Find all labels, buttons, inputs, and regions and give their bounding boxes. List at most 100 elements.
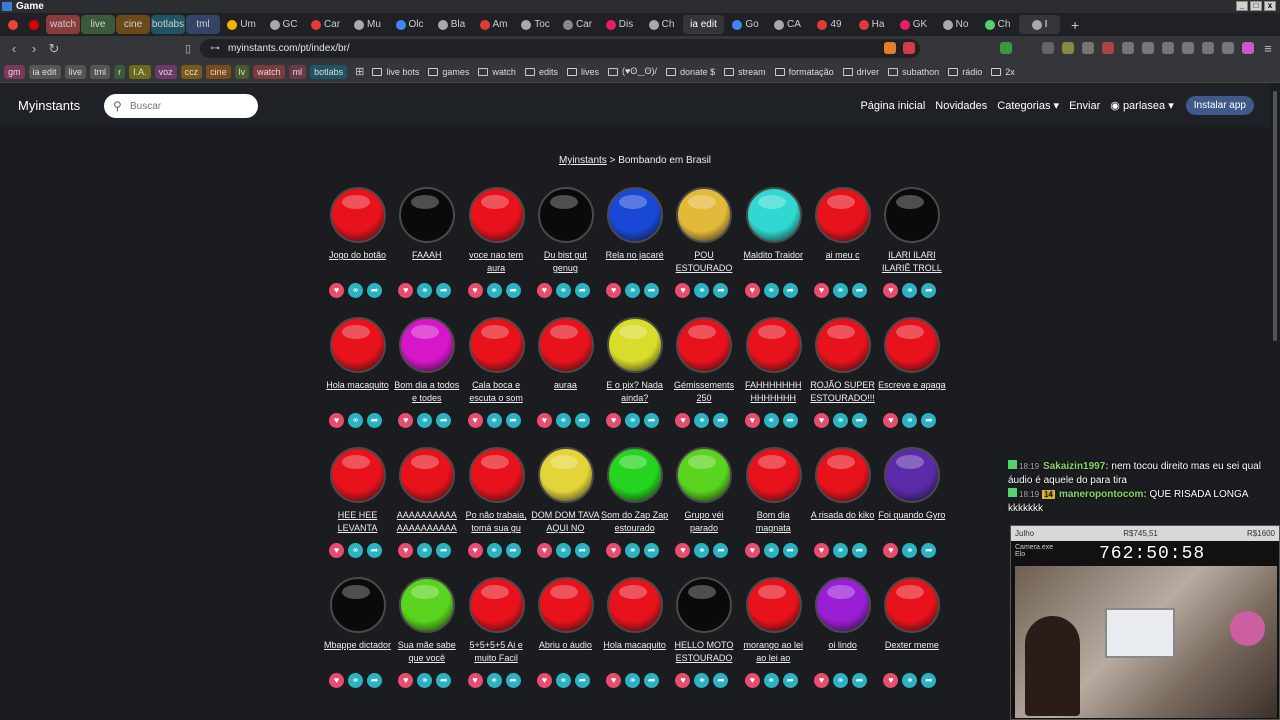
tab[interactable]: Mu: [347, 15, 388, 34]
copy-link-icon[interactable]: ⚭: [486, 543, 502, 558]
bookmark-icon[interactable]: ▯: [178, 42, 198, 55]
url-field[interactable]: ⊶ myinstants.com/pt/index/br/: [200, 39, 920, 58]
favorite-heart-icon[interactable]: ♥: [398, 413, 414, 428]
share-icon[interactable]: ➦: [574, 673, 590, 688]
bookmark-item[interactable]: I.A.: [129, 64, 151, 79]
bookmark-item[interactable]: lv: [234, 64, 250, 79]
sound-title-link[interactable]: A risada do kiko: [808, 509, 877, 536]
copy-link-icon[interactable]: ⚭: [486, 673, 502, 688]
search-input[interactable]: [104, 94, 258, 118]
bookmark-folder[interactable]: 2x: [991, 67, 1015, 77]
nav-categories-dropdown[interactable]: Categorias ▾: [997, 99, 1059, 112]
bookmark-item[interactable]: live: [64, 64, 87, 79]
share-icon[interactable]: ➦: [782, 543, 798, 558]
favorite-heart-icon[interactable]: ♥: [329, 413, 344, 428]
new-tab-icon[interactable]: +: [1071, 17, 1079, 33]
share-icon[interactable]: ➦: [852, 673, 868, 688]
tab[interactable]: [4, 15, 24, 34]
favorite-heart-icon[interactable]: ♥: [883, 413, 899, 428]
favorite-heart-icon[interactable]: ♥: [814, 673, 830, 688]
tab[interactable]: 49: [809, 15, 850, 34]
copy-link-icon[interactable]: ⚭: [833, 283, 849, 298]
share-icon[interactable]: ➦: [852, 413, 868, 428]
sound-play-button[interactable]: [330, 187, 386, 243]
tab[interactable]: Car: [557, 15, 598, 34]
copy-link-icon[interactable]: ⚭: [555, 413, 571, 428]
nav-home-link[interactable]: Página inicial: [860, 100, 925, 112]
sound-title-link[interactable]: oi lindo: [808, 639, 877, 666]
copy-link-icon[interactable]: ⚭: [486, 413, 502, 428]
tab[interactable]: I: [1019, 15, 1060, 34]
share-icon[interactable]: ➦: [367, 283, 382, 298]
copy-link-icon[interactable]: ⚭: [763, 413, 779, 428]
tab[interactable]: Dis: [599, 15, 640, 34]
sound-play-button[interactable]: [745, 447, 802, 503]
sound-play-button[interactable]: [399, 317, 456, 373]
favorite-heart-icon[interactable]: ♥: [744, 543, 760, 558]
favorite-heart-icon[interactable]: ♥: [675, 673, 691, 688]
sound-play-button[interactable]: [537, 447, 594, 503]
sound-title-link[interactable]: Bom dia magnata: [739, 509, 808, 536]
share-icon[interactable]: ➦: [852, 283, 868, 298]
reload-icon[interactable]: ↻: [44, 41, 64, 57]
tab[interactable]: Bla: [431, 15, 472, 34]
tab[interactable]: Ha: [851, 15, 892, 34]
copy-link-icon[interactable]: ⚭: [625, 673, 641, 688]
share-icon[interactable]: ➦: [436, 413, 452, 428]
bookmark-folder[interactable]: edits: [524, 67, 558, 77]
favorite-heart-icon[interactable]: ♥: [329, 543, 344, 558]
copy-link-icon[interactable]: ⚭: [833, 413, 849, 428]
share-icon[interactable]: ➦: [505, 283, 521, 298]
sound-title-link[interactable]: Gémissements 250: [669, 379, 738, 406]
sound-title-link[interactable]: ROJÃO SUPER ESTOURADO!!!: [808, 379, 877, 406]
media-icon[interactable]: [1142, 42, 1154, 54]
tab[interactable]: Um: [221, 15, 262, 34]
share-icon[interactable]: ➦: [852, 543, 868, 558]
favorite-heart-icon[interactable]: ♥: [883, 543, 899, 558]
alert-icon[interactable]: [903, 42, 915, 54]
copy-link-icon[interactable]: ⚭: [417, 283, 433, 298]
sound-title-link[interactable]: 5+5+5+5 Ai e muito Facil: [462, 639, 531, 666]
bookmark-folder[interactable]: watch: [478, 67, 516, 77]
tab[interactable]: ia edit: [683, 15, 724, 34]
favorite-heart-icon[interactable]: ♥: [467, 283, 483, 298]
sound-title-link[interactable]: Rela no jacaré: [600, 249, 669, 276]
share-icon[interactable]: ➦: [782, 413, 798, 428]
copy-link-icon[interactable]: ⚭: [625, 543, 641, 558]
extension-icon[interactable]: [1102, 42, 1114, 54]
share-icon[interactable]: ➦: [367, 543, 382, 558]
bookmark-item[interactable]: tml: [90, 64, 111, 79]
favorite-heart-icon[interactable]: ♥: [675, 543, 691, 558]
sound-title-link[interactable]: FAAAH: [392, 249, 461, 276]
copy-link-icon[interactable]: ⚭: [625, 413, 641, 428]
sound-title-link[interactable]: ai meu c: [808, 249, 877, 276]
tab[interactable]: [25, 15, 45, 34]
bookmark-item[interactable]: botlabs: [310, 64, 348, 79]
sound-title-link[interactable]: HELLO MOTO ESTOURADO: [669, 639, 738, 666]
sound-play-button[interactable]: [745, 577, 802, 633]
favorite-heart-icon[interactable]: ♥: [606, 413, 622, 428]
sound-title-link[interactable]: E o pix? Nada ainda?: [600, 379, 669, 406]
sound-title-link[interactable]: voce nao tem aura: [462, 249, 531, 276]
share-icon[interactable]: ➦: [436, 543, 452, 558]
share-icon[interactable]: ➦: [644, 283, 660, 298]
sound-play-button[interactable]: [399, 577, 456, 633]
sound-title-link[interactable]: Du bist gut genug: [531, 249, 600, 276]
copy-link-icon[interactable]: ⚭: [694, 413, 710, 428]
sound-play-button[interactable]: [607, 447, 664, 503]
sound-play-button[interactable]: [537, 187, 594, 243]
sound-play-button[interactable]: [815, 317, 872, 373]
copy-link-icon[interactable]: ⚭: [694, 543, 710, 558]
favorite-heart-icon[interactable]: ♥: [675, 283, 691, 298]
favorite-heart-icon[interactable]: ♥: [814, 413, 830, 428]
favorite-heart-icon[interactable]: ♥: [883, 673, 899, 688]
sound-title-link[interactable]: Mbappe dictador: [323, 639, 392, 666]
tab[interactable]: Car: [305, 15, 346, 34]
sound-play-button[interactable]: [607, 317, 664, 373]
sound-title-link[interactable]: Bom dia a todos e todes: [392, 379, 461, 406]
favorite-heart-icon[interactable]: ♥: [606, 283, 622, 298]
favorite-heart-icon[interactable]: ♥: [536, 543, 552, 558]
copy-link-icon[interactable]: ⚭: [417, 673, 433, 688]
sound-play-button[interactable]: [468, 447, 525, 503]
favorite-heart-icon[interactable]: ♥: [675, 413, 691, 428]
